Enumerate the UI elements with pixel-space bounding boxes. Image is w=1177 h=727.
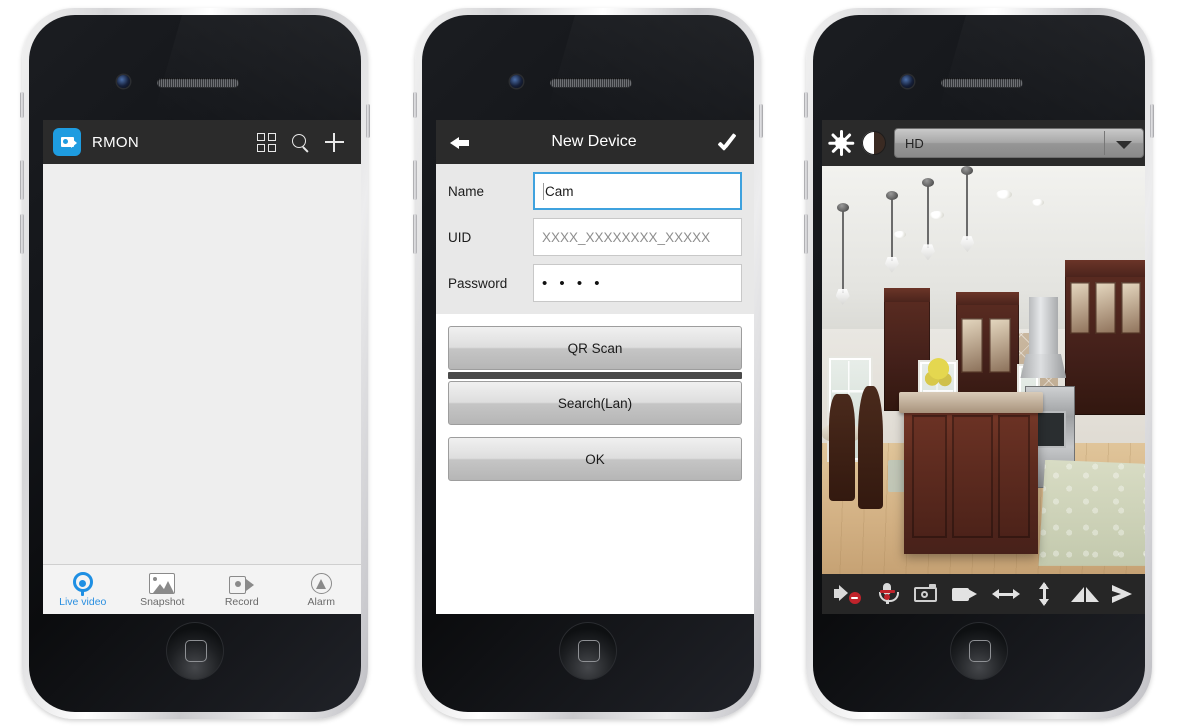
volume-down-button[interactable] (413, 214, 417, 254)
phone3-screen: HD (822, 120, 1145, 614)
contrast-icon[interactable] (862, 131, 886, 155)
name-input[interactable]: Cam (533, 172, 742, 210)
ok-button[interactable]: OK (448, 437, 742, 481)
page-title: New Device (551, 133, 637, 150)
tab-label: Snapshot (140, 596, 185, 608)
phone-body: HD (813, 15, 1145, 712)
tab-label: Record (224, 596, 259, 608)
phone3-topbar: HD (822, 120, 1145, 166)
phone1-screen: RMON Live video Snapshot Record Alarm (43, 120, 361, 614)
uid-input-placeholder: XXXX_XXXXXXXX_XXXXX (542, 229, 711, 245)
app-title: RMON (92, 133, 140, 151)
snapshot-icon (149, 573, 176, 594)
form-row-password: Password • • • • (448, 264, 742, 302)
tab-record[interactable]: Record (202, 572, 282, 608)
phone-device-2: New Device Name Cam UID XXXX_XXXXXXXX_XX… (413, 8, 763, 719)
tilt-vertical-icon[interactable] (1031, 582, 1059, 606)
volume-down-button[interactable] (804, 214, 808, 254)
pan-horizontal-icon[interactable] (991, 582, 1020, 606)
button-separator (448, 372, 742, 379)
flip-icon[interactable] (1110, 582, 1138, 606)
live-video-icon (72, 572, 94, 596)
alarm-icon (310, 573, 332, 594)
snapshot-camera-icon[interactable] (913, 582, 941, 606)
screenshot-canvas: RMON Live video Snapshot Record Alarm Ne… (0, 0, 1177, 727)
quality-dropdown[interactable]: HD (894, 128, 1144, 158)
brightness-sun-icon[interactable] (828, 130, 855, 156)
volume-up-button[interactable] (20, 160, 24, 200)
mute-switch[interactable] (804, 92, 808, 118)
grid-view-icon[interactable] (249, 125, 283, 159)
camcorder-app-icon (53, 128, 81, 156)
mirror-icon[interactable] (1070, 582, 1099, 606)
phone2-navbar: New Device (436, 120, 754, 164)
search-lan-button[interactable]: Search(Lan) (448, 381, 742, 425)
power-button[interactable] (1150, 104, 1154, 138)
form-buttons: QR Scan Search(Lan) OK (436, 314, 754, 481)
phone1-navbar: RMON (43, 120, 361, 164)
tab-label: Live video (59, 596, 107, 608)
earpiece-speaker (941, 78, 1023, 87)
password-label: Password (448, 275, 508, 291)
new-device-form: Name Cam UID XXXX_XXXXXXXX_XXXXX Passwor… (436, 164, 754, 314)
quality-value: HD (905, 135, 924, 151)
form-row-uid: UID XXXX_XXXXXXXX_XXXXX (448, 218, 742, 256)
search-icon[interactable] (283, 125, 317, 159)
volume-down-button[interactable] (20, 214, 24, 254)
home-button[interactable] (559, 622, 617, 680)
phone-device-1: RMON Live video Snapshot Record Alarm (20, 8, 370, 719)
tab-label: Alarm (307, 596, 335, 608)
phone3-toolbar (822, 574, 1145, 614)
microphone-muted-icon[interactable] (873, 582, 901, 606)
live-video-view[interactable] (822, 166, 1145, 574)
phone-device-3: HD (804, 8, 1154, 719)
uid-label: UID (448, 229, 472, 245)
kitchen-scene (822, 166, 1145, 574)
speaker-muted-icon[interactable] (833, 582, 862, 606)
front-camera-icon (510, 75, 523, 88)
power-button[interactable] (759, 104, 763, 138)
volume-up-button[interactable] (413, 160, 417, 200)
phone2-screen: New Device Name Cam UID XXXX_XXXXXXXX_XX… (436, 120, 754, 614)
record-icon (229, 576, 255, 594)
phone-body: RMON Live video Snapshot Record Alarm (29, 15, 361, 712)
earpiece-speaker (157, 78, 239, 87)
password-masked-value: • • • • (542, 274, 604, 292)
chevron-down-icon (1116, 141, 1132, 149)
mute-switch[interactable] (413, 92, 417, 118)
checkmark-icon[interactable] (718, 133, 740, 151)
tab-live-video[interactable]: Live video (43, 572, 123, 608)
form-row-name: Name Cam (448, 172, 742, 210)
back-arrow-icon[interactable] (450, 134, 470, 150)
record-camcorder-icon[interactable] (952, 582, 980, 606)
home-button[interactable] (950, 622, 1008, 680)
plus-icon[interactable] (317, 125, 351, 159)
power-button[interactable] (366, 104, 370, 138)
uid-input[interactable]: XXXX_XXXXXXXX_XXXXX (533, 218, 742, 256)
front-camera-icon (117, 75, 130, 88)
tab-snapshot[interactable]: Snapshot (123, 572, 203, 608)
mute-switch[interactable] (20, 92, 24, 118)
phone1-tabbar: Live video Snapshot Record Alarm (43, 564, 361, 614)
earpiece-speaker (550, 78, 632, 87)
device-list-empty[interactable] (43, 164, 361, 564)
volume-up-button[interactable] (804, 160, 808, 200)
home-button[interactable] (166, 622, 224, 680)
password-input[interactable]: • • • • (533, 264, 742, 302)
name-input-value: Cam (545, 183, 574, 199)
tab-alarm[interactable]: Alarm (282, 572, 362, 608)
name-label: Name (448, 183, 485, 199)
phone-body: New Device Name Cam UID XXXX_XXXXXXXX_XX… (422, 15, 754, 712)
qr-scan-button[interactable]: QR Scan (448, 326, 742, 370)
front-camera-icon (901, 75, 914, 88)
